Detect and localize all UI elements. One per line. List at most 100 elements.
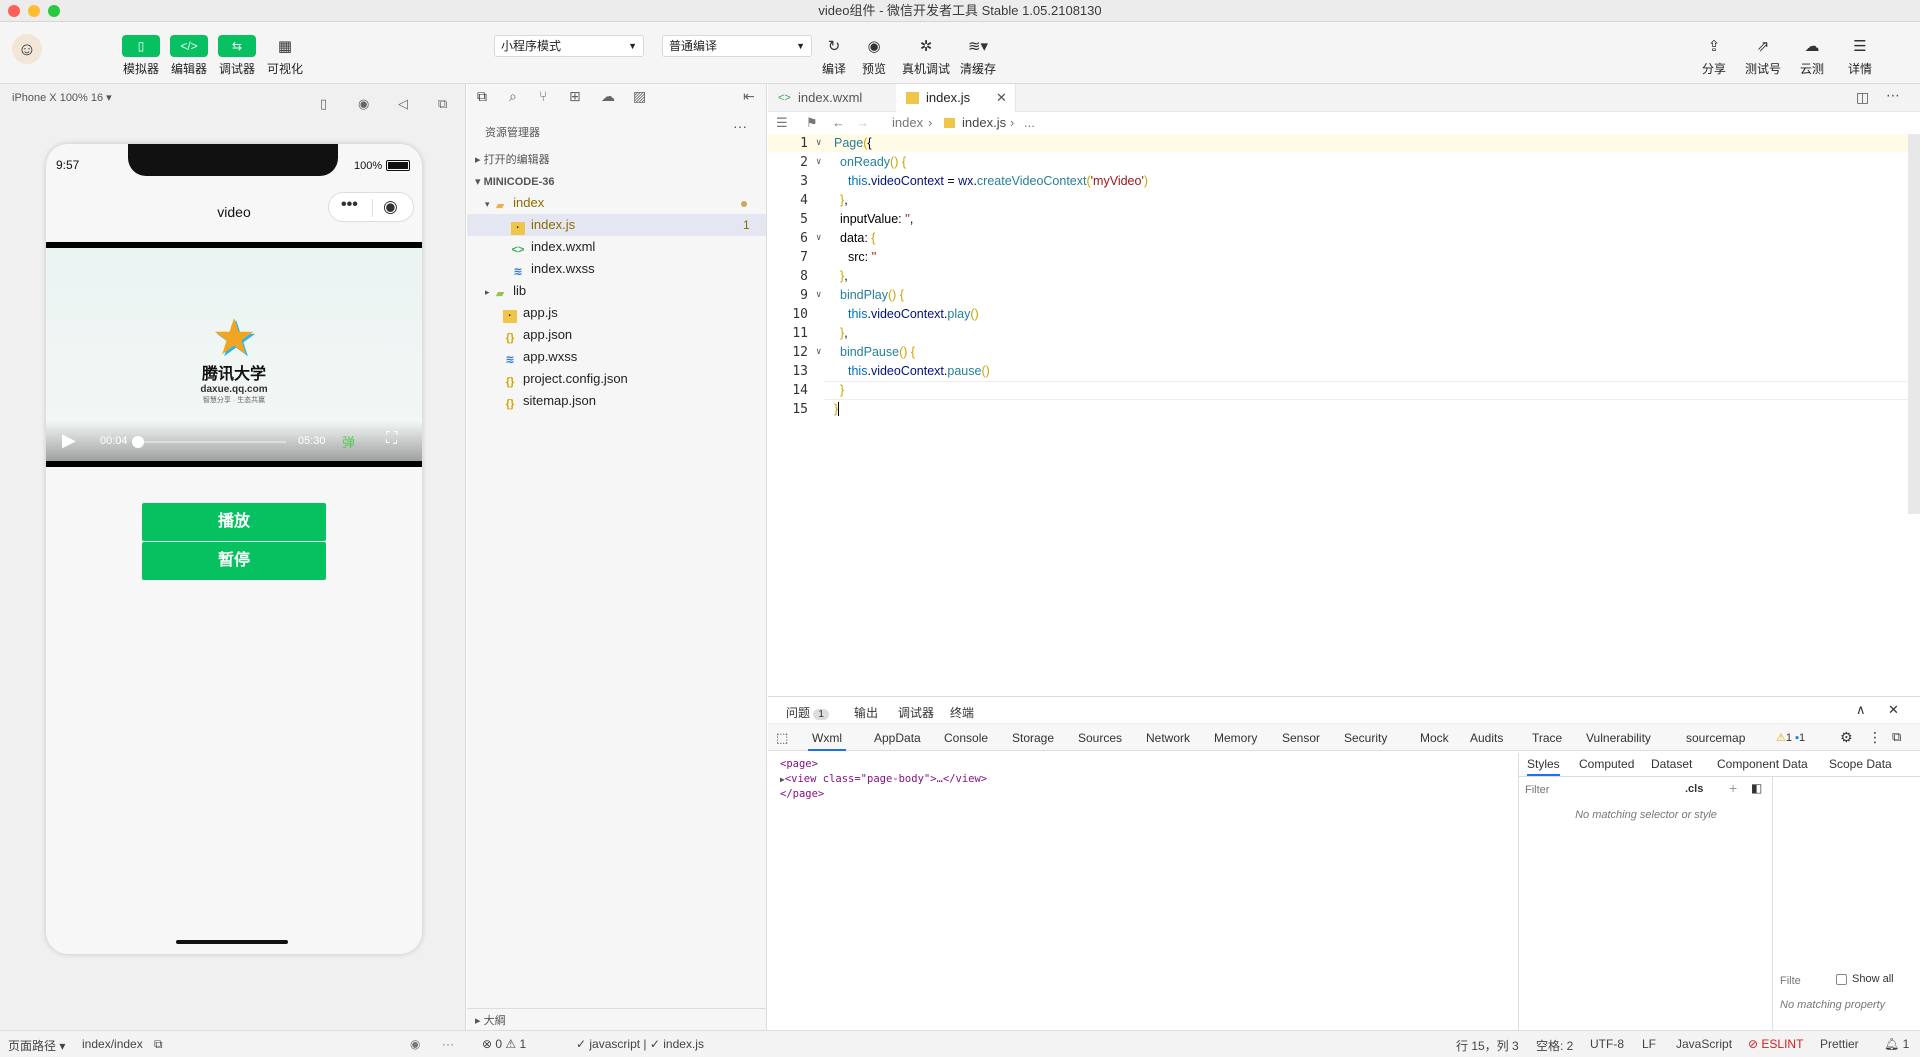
tree-item-app-json[interactable]: {} app.json (467, 324, 766, 346)
tab-mock[interactable]: Mock (1420, 731, 1449, 745)
compile-button[interactable]: ↻ 编译 (816, 35, 852, 77)
progress-handle[interactable] (131, 436, 144, 448)
eye-icon[interactable]: ◉ (410, 1037, 420, 1051)
tab-terminal[interactable]: 终端 (950, 704, 974, 721)
dom-tree[interactable]: <page> ▶<view class="page-body">…</view>… (780, 757, 987, 802)
bookmark-icon[interactable]: ⚑ (806, 112, 818, 134)
tab-sensor[interactable]: Sensor (1282, 731, 1320, 745)
more-actions-icon[interactable]: ··· (733, 118, 747, 134)
toggle-sidebar-icon[interactable]: ◧ (1751, 781, 1762, 795)
tab-problems[interactable]: 问题 1 (786, 704, 829, 721)
tab-audits[interactable]: Audits (1470, 731, 1503, 745)
tab-trace[interactable]: Trace (1532, 731, 1562, 745)
git-icon[interactable]: ⑂ (539, 88, 547, 104)
fold-icon[interactable]: ∨ (816, 138, 821, 148)
files-icon[interactable]: ⧉ (477, 88, 487, 105)
editor-toggle-button[interactable]: </> 编辑器 (170, 35, 208, 77)
dom-node[interactable]: ▶<view class="page-body">…</view> (780, 772, 987, 787)
device-select[interactable]: iPhone X 100% 16 ▾ (12, 92, 112, 104)
docker-icon[interactable]: ☁ (601, 88, 615, 105)
tab-sourcemap[interactable]: sourcemap (1686, 731, 1745, 745)
tree-item-index-wxml[interactable]: <> index.wxml (467, 236, 766, 258)
video-player[interactable]: ★ 腾讯大学 daxue.qq.com 智慧分享 · 生态共赢 ▶ 00:04 … (46, 242, 422, 467)
tree-item-project-config[interactable]: {} project.config.json (467, 368, 766, 390)
breadcrumb-folder[interactable]: index (892, 112, 923, 134)
add-rule-icon[interactable]: + (1729, 780, 1737, 796)
clear-cache-button[interactable]: ≋▾ 清缓存 (958, 35, 998, 77)
indentation[interactable]: 空格: 2 (1536, 1037, 1573, 1054)
mode-select[interactable]: 小程序模式 ▼ (494, 35, 644, 57)
dom-node[interactable]: </page> (780, 787, 987, 802)
tab-scope-data[interactable]: Scope Data (1829, 757, 1892, 771)
image-icon[interactable]: ▨ (633, 88, 646, 105)
cloud-test-button[interactable]: ☁ 云测 (1796, 35, 1828, 77)
back-icon[interactable]: ← (832, 112, 845, 134)
danmu-icon[interactable]: 弹 (342, 432, 355, 451)
tree-item-app-wxss[interactable]: ≋ app.wxss (467, 346, 766, 368)
tab-network[interactable]: Network (1146, 731, 1190, 745)
popout-icon[interactable]: ⧉ (438, 90, 447, 118)
tab-index-js[interactable]: index.js ✕ (896, 84, 1016, 112)
extensions-icon[interactable]: ⊞ (569, 88, 581, 105)
problems-indicator[interactable]: ⊗ 0 ⚠ 1 (482, 1037, 526, 1051)
pause-button[interactable]: 暂停 (142, 542, 326, 580)
tab-styles[interactable]: Styles (1527, 757, 1560, 776)
debugger-toggle-button[interactable]: ⇆ 调试器 (218, 35, 256, 77)
close-panel-icon[interactable]: ✕ (1888, 702, 1899, 718)
search-icon[interactable]: ⌕ (509, 88, 517, 105)
tab-computed[interactable]: Computed (1579, 757, 1634, 771)
page-path-select[interactable]: 页面路径 ▾ (8, 1037, 65, 1054)
dock-icon[interactable]: ⧉ (1892, 729, 1901, 745)
tree-item-app-js[interactable]: · app.js (467, 302, 766, 324)
play-button[interactable]: 播放 (142, 503, 326, 541)
language-mode[interactable]: JavaScript (1676, 1037, 1732, 1051)
play-icon[interactable]: ▶ (62, 430, 76, 451)
close-window-button[interactable] (8, 5, 20, 17)
tree-item-index-js[interactable]: · index.js 1 (467, 214, 766, 236)
visual-toggle-button[interactable]: ▦ 可视化 (266, 35, 304, 77)
copy-icon[interactable]: ⧉ (154, 1037, 163, 1052)
fold-icon[interactable]: ∨ (816, 290, 821, 300)
zoom-window-button[interactable] (48, 5, 60, 17)
eslint-status[interactable]: ⊘ ESLINT (1748, 1037, 1803, 1051)
collapse-panel-icon[interactable]: ⇤ (743, 88, 755, 105)
more-icon[interactable]: ··· (442, 1037, 454, 1051)
record-icon[interactable]: ◉ (358, 90, 369, 118)
tab-security[interactable]: Security (1344, 731, 1387, 745)
preview-button[interactable]: ◉ 预览 (856, 35, 892, 77)
tab-wxml[interactable]: Wxml (808, 731, 846, 751)
cls-toggle[interactable]: .cls (1685, 783, 1703, 795)
open-editors-section[interactable]: ▸ 打开的编辑器 (467, 148, 766, 170)
fullscreen-icon[interactable]: ⛶ (386, 430, 397, 448)
tree-item-sitemap[interactable]: {} sitemap.json (467, 390, 766, 412)
minimize-window-button[interactable] (28, 5, 40, 17)
volume-icon[interactable]: ◁ (398, 90, 408, 118)
tree-item-lib[interactable]: ▸ ▰ lib (467, 280, 766, 302)
tab-debugger[interactable]: 调试器 (898, 704, 935, 725)
gear-icon[interactable]: ⚙ (1840, 729, 1853, 746)
tab-storage[interactable]: Storage (1012, 731, 1054, 745)
encoding[interactable]: UTF-8 (1590, 1037, 1624, 1051)
code-area[interactable]: 1 2 3 4 5 6 7 8 9 10 11 12 13 14 15 ∨ ∨ … (768, 134, 1920, 694)
tab-memory[interactable]: Memory (1214, 731, 1257, 745)
progress-track[interactable] (131, 436, 286, 448)
split-editor-icon[interactable]: ◫ (1856, 89, 1869, 106)
warning-counter[interactable]: ⚠1 ▪1 (1776, 731, 1805, 744)
forward-icon[interactable]: → (856, 112, 869, 134)
details-button[interactable]: ☰ 详情 (1844, 35, 1876, 77)
kebab-menu-icon[interactable]: ⋮ (1868, 729, 1882, 746)
cursor-position[interactable]: 行 15，列 3 (1456, 1037, 1519, 1054)
project-section[interactable]: ▾ MINICODE-36 (467, 170, 766, 192)
computed-filter-input[interactable] (1780, 973, 1820, 989)
collapse-panel-icon[interactable]: ∧ (1856, 702, 1866, 718)
user-avatar[interactable]: ☺ (12, 34, 42, 64)
language-indicator[interactable]: ✓ javascript | ✓ index.js (576, 1037, 704, 1051)
breadcrumb-file[interactable]: index.js (962, 112, 1006, 134)
tab-output[interactable]: 输出 (854, 704, 878, 721)
fold-icon[interactable]: ∨ (816, 347, 821, 357)
tree-item-index[interactable]: ▾ ▰ index (467, 192, 766, 214)
vertical-scrollbar[interactable] (1908, 134, 1920, 514)
line-ending[interactable]: LF (1642, 1037, 1656, 1051)
tab-component-data[interactable]: Component Data (1717, 757, 1808, 771)
notifications[interactable]: 🔔︎ 1 (1884, 1037, 1909, 1051)
